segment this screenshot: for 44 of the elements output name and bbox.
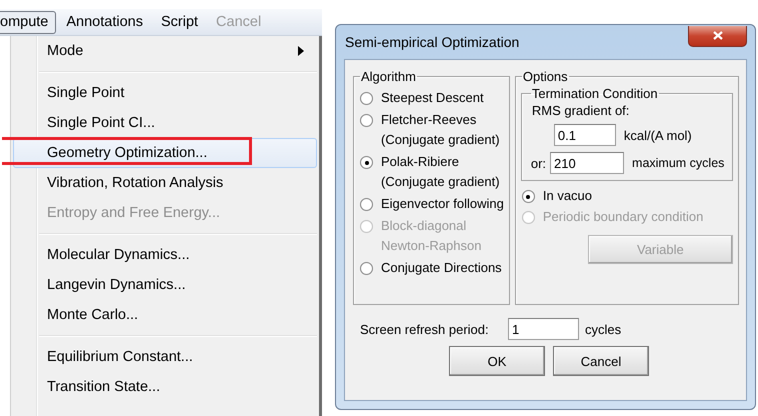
menu-bar-item[interactable]: ompute	[0, 10, 56, 34]
group-title: Termination Condition	[530, 86, 659, 101]
menu-item[interactable]: Transition State...	[13, 372, 317, 402]
input-field[interactable]: 0.1	[554, 124, 616, 146]
unit-label: maximum cycles	[632, 156, 724, 170]
close-button[interactable]	[688, 26, 747, 46]
menu-item[interactable]: Mode	[13, 36, 317, 66]
submenu-arrow-icon	[298, 46, 304, 56]
radio-label: Conjugate Directions	[381, 259, 502, 277]
menu-bar-item[interactable]: Script	[152, 10, 206, 34]
window-title: Semi-empirical Optimization	[344, 34, 520, 50]
menu-item[interactable]: Vibration, Rotation Analysis	[13, 168, 317, 198]
radio-label: Periodic boundary condition	[542, 208, 704, 226]
radio-button[interactable]	[360, 92, 373, 105]
radio-label: Steepest Descent	[381, 89, 484, 107]
radio-button[interactable]	[360, 262, 373, 275]
unit-label: cycles	[585, 322, 622, 336]
menu-item[interactable]: Single Point CI...	[13, 108, 317, 138]
radio-label: Fletcher-Reeves (Conjugate gradient)	[381, 111, 500, 149]
radio-button[interactable]	[360, 156, 373, 169]
group-title: Algorithm	[360, 69, 417, 84]
field-label: or:	[530, 156, 546, 170]
dialog-button[interactable]: Cancel	[553, 346, 649, 376]
menu-item[interactable]: Single Point	[13, 78, 317, 108]
radio-label: Eigenvector following	[381, 195, 504, 213]
field-label: Screen refresh period:	[360, 322, 490, 336]
radio-button[interactable]	[360, 198, 373, 211]
menu-item[interactable]: Equilibrium Constant...	[13, 342, 317, 372]
group-title: Options	[522, 69, 569, 84]
input-field[interactable]: 1	[508, 318, 579, 340]
radio-button[interactable]	[360, 114, 373, 127]
radio-label: Block-diagonal Newton-Raphson	[381, 217, 482, 255]
dialog-button[interactable]: OK	[449, 346, 545, 376]
menu-item[interactable]: Molecular Dynamics...	[13, 240, 317, 270]
menu-item[interactable]: Langevin Dynamics...	[13, 270, 317, 300]
radio-label: Polak-Ribiere (Conjugate gradient)	[381, 153, 500, 191]
field-label: RMS gradient of:	[532, 103, 630, 118]
menu-item[interactable]: Monte Carlo...	[13, 300, 317, 330]
menu-bar-item[interactable]: Annotations	[58, 10, 151, 34]
close-icon	[712, 31, 722, 40]
radio-button[interactable]	[522, 190, 535, 203]
input-field[interactable]: 210	[550, 152, 624, 174]
unit-label: kcal/(A mol)	[624, 128, 692, 142]
radio-label: In vacuo	[542, 187, 592, 205]
